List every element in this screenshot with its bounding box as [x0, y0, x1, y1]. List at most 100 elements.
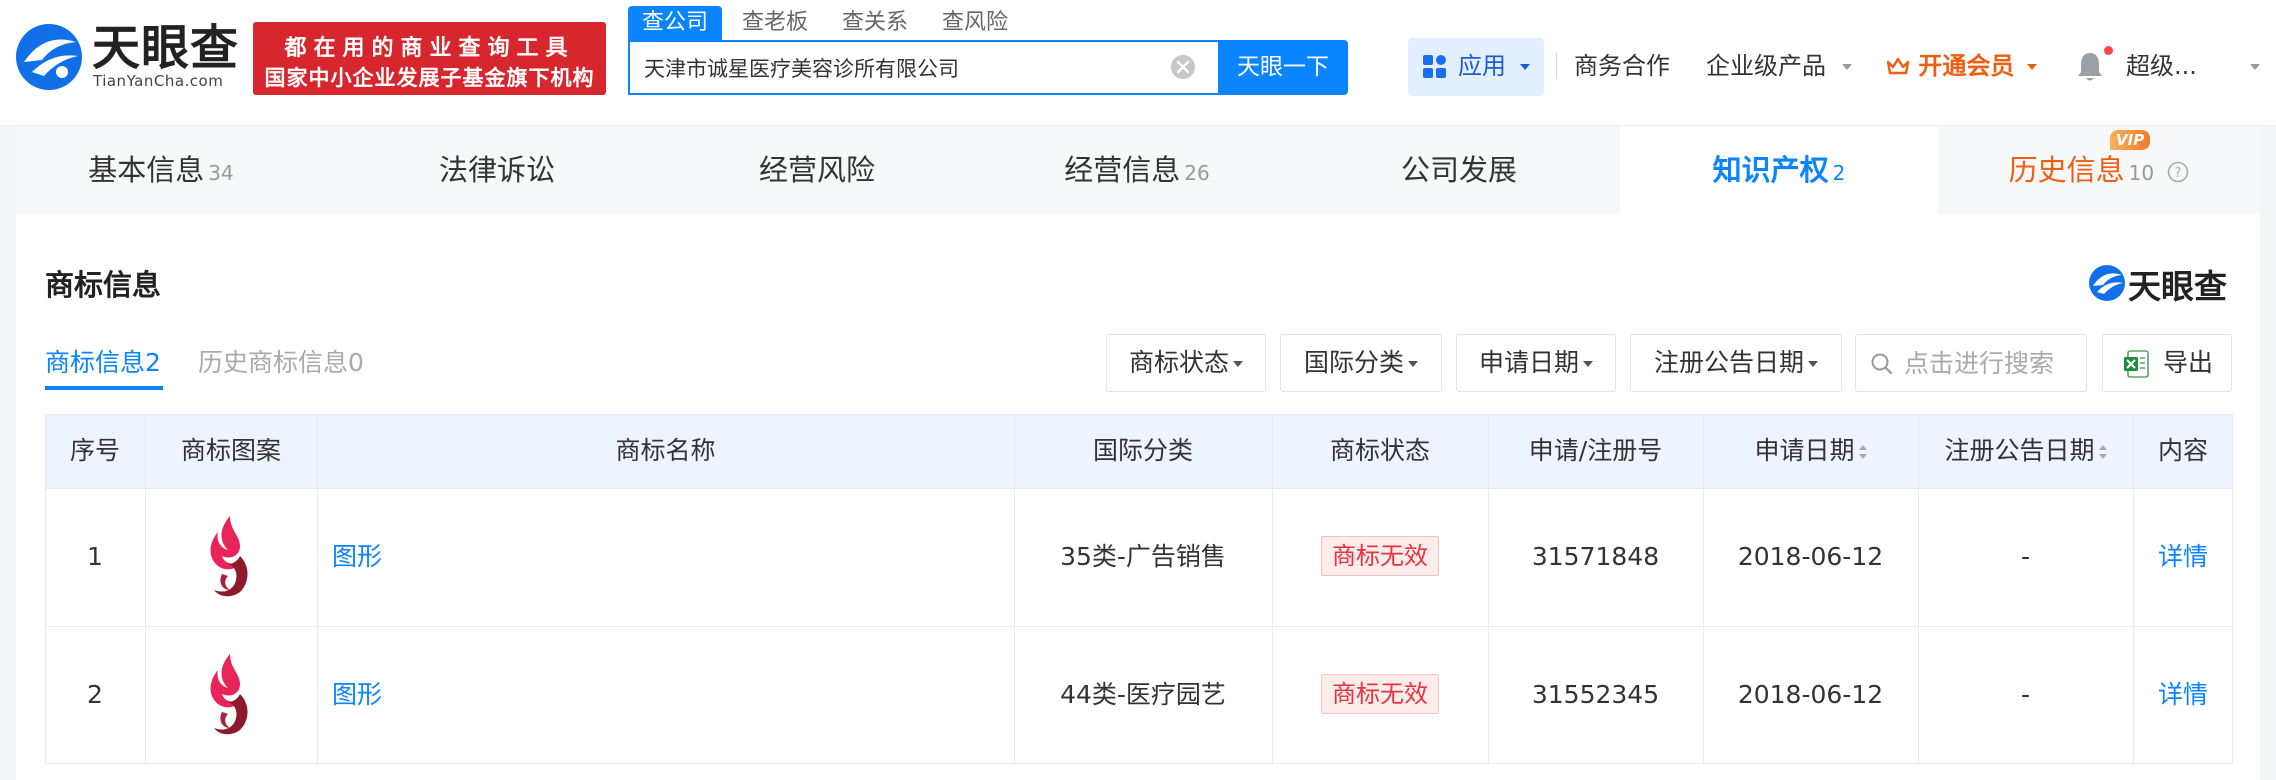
- column-header-image: 商标图案: [180, 436, 281, 465]
- tab-count: 34: [208, 161, 234, 185]
- nav-business-cooperation[interactable]: 商务合作: [1574, 48, 1670, 84]
- table-search-box: [1855, 334, 2087, 392]
- nav-divider: [1556, 53, 1557, 79]
- chevron-down-icon: [1520, 64, 1530, 70]
- detail-link[interactable]: 详情: [2133, 677, 2233, 713]
- logo-subtext: TianYanCha.com: [93, 72, 224, 90]
- filter-label: 商标状态: [1128, 348, 1229, 377]
- crown-icon: [1886, 57, 1910, 75]
- status-badge: 商标无效: [1321, 536, 1439, 576]
- row-index: 1: [87, 542, 103, 571]
- slogan-banner: 都在用的商业查询工具 国家中小企业发展子基金旗下机构: [253, 22, 606, 95]
- filter-trademark-status[interactable]: 商标状态: [1106, 334, 1266, 392]
- search-input[interactable]: [642, 42, 1142, 93]
- column-header-apply-date[interactable]: 申请日期: [1703, 414, 1918, 488]
- tianyancha-logo-icon[interactable]: [14, 22, 84, 92]
- filter-label: 申请日期: [1478, 348, 1579, 377]
- search-tab-company[interactable]: 查公司: [628, 6, 723, 40]
- subtab-count: 2: [145, 348, 161, 377]
- subtab-count: 0: [348, 348, 364, 377]
- row-international-class: 35类-广告销售: [1060, 542, 1226, 571]
- excel-icon: [2124, 350, 2149, 378]
- tianyancha-brand-icon: [2089, 265, 2125, 301]
- trademark-flame-image[interactable]: [200, 512, 260, 602]
- tab-operation-info[interactable]: 经营信息 26: [976, 126, 1298, 214]
- bell-icon[interactable]: [2074, 50, 2106, 84]
- tab-label: 知识产权: [1712, 153, 1829, 187]
- search-tab-risk[interactable]: 查风险: [928, 6, 1022, 40]
- export-label: 导出: [2163, 348, 2214, 377]
- row-notice-date: -: [2020, 542, 2031, 571]
- trademark-name-link[interactable]: 图形: [332, 539, 382, 575]
- row-index: 2: [87, 680, 103, 709]
- slogan-line-2: 国家中小企业发展子基金旗下机构: [264, 66, 595, 90]
- subtab-label: 商标信息: [45, 348, 146, 377]
- tab-label: 历史信息: [2008, 153, 2125, 187]
- search-box: [628, 40, 1220, 95]
- help-icon[interactable]: ?: [2167, 161, 2189, 183]
- tab-label: 经营信息: [1064, 153, 1181, 187]
- table-search-input[interactable]: [1902, 335, 2082, 391]
- tab-count: 2: [1832, 161, 1846, 185]
- column-header-notice-date[interactable]: 注册公告日期: [1918, 414, 2133, 488]
- subtab-history-trademark[interactable]: 历史商标信息0: [198, 345, 364, 381]
- column-header-label: 注册公告日期: [1944, 436, 2095, 465]
- tab-label: 法律诉讼: [438, 153, 555, 187]
- section-title: 商标信息: [45, 268, 162, 302]
- tab-label: 经营风险: [758, 153, 875, 187]
- tab-company-development[interactable]: 公司发展: [1298, 126, 1620, 214]
- user-name[interactable]: 超级...: [2126, 48, 2197, 84]
- filter-apply-date[interactable]: 申请日期: [1456, 334, 1616, 392]
- column-header-status: 商标状态: [1329, 436, 1430, 465]
- filter-notice-date[interactable]: 注册公告日期: [1630, 334, 1842, 392]
- tab-label: 公司发展: [1400, 153, 1517, 187]
- status-badge: 商标无效: [1321, 674, 1439, 714]
- chevron-down-icon: [2026, 64, 2037, 70]
- search-button[interactable]: 天眼一下: [1218, 40, 1348, 95]
- clear-search-icon[interactable]: [1170, 54, 1196, 80]
- row-reg-no: 31571848: [1531, 542, 1660, 571]
- trademark-flame-image[interactable]: [200, 650, 260, 740]
- slogan-line-1: 都在用的商业查询工具: [284, 36, 575, 61]
- subtab-label: 历史商标信息: [198, 348, 349, 377]
- subtab-trademark-info[interactable]: 商标信息2: [45, 345, 161, 381]
- trademark-name-link[interactable]: 图形: [332, 677, 382, 713]
- row-apply-date: 2018-06-12: [1737, 542, 1884, 571]
- status-cell: 商标无效: [1272, 536, 1488, 576]
- vip-membership-button[interactable]: 开通会员: [1886, 48, 2037, 84]
- vip-badge: VIP: [2110, 130, 2151, 150]
- app-grid-icon: [1423, 55, 1446, 78]
- brand-text: 天眼查: [2128, 267, 2227, 306]
- tab-history-info[interactable]: 历史信息 10 ?: [1940, 126, 2258, 214]
- tab-intellectual-property[interactable]: 知识产权 2: [1620, 126, 1938, 214]
- column-header-index: 序号: [69, 436, 120, 465]
- column-header-reg-no: 申请/注册号: [1528, 436, 1663, 465]
- tab-legal[interactable]: 法律诉讼: [336, 126, 658, 214]
- detail-link[interactable]: 详情: [2133, 539, 2233, 575]
- column-header-content: 内容: [2157, 436, 2208, 465]
- subtab-active-underline: [45, 386, 163, 390]
- row-apply-date: 2018-06-12: [1737, 680, 1884, 709]
- logo-text[interactable]: 天眼查: [92, 20, 239, 76]
- export-button[interactable]: 导出: [2102, 334, 2232, 392]
- filter-label: 注册公告日期: [1653, 348, 1804, 377]
- chevron-down-icon: [1808, 361, 1818, 367]
- search-tab-boss[interactable]: 查老板: [728, 6, 822, 40]
- tab-label: 基本信息: [88, 153, 205, 187]
- chevron-down-icon: [1408, 361, 1418, 367]
- column-header-label: 申请日期: [1754, 436, 1855, 465]
- search-tab-relation[interactable]: 查关系: [828, 6, 922, 40]
- app-button[interactable]: 应用: [1408, 38, 1544, 96]
- nav-enterprise-products[interactable]: 企业级产品: [1706, 48, 1826, 84]
- vip-button-label: 开通会员: [1918, 52, 2015, 80]
- row-international-class: 44类-医疗园艺: [1060, 680, 1226, 709]
- tab-count: 10: [2128, 161, 2155, 185]
- tab-operation-risk[interactable]: 经营风险: [656, 126, 978, 214]
- filter-international-class[interactable]: 国际分类: [1280, 334, 1442, 392]
- tab-count: 26: [1184, 161, 1210, 185]
- row-reg-no: 31552345: [1531, 680, 1660, 709]
- sort-icon: [2098, 444, 2107, 460]
- chevron-down-icon[interactable]: [2250, 64, 2260, 70]
- tab-basic-info[interactable]: 基本信息 34: [16, 126, 306, 214]
- column-header-class: 国际分类: [1092, 436, 1193, 465]
